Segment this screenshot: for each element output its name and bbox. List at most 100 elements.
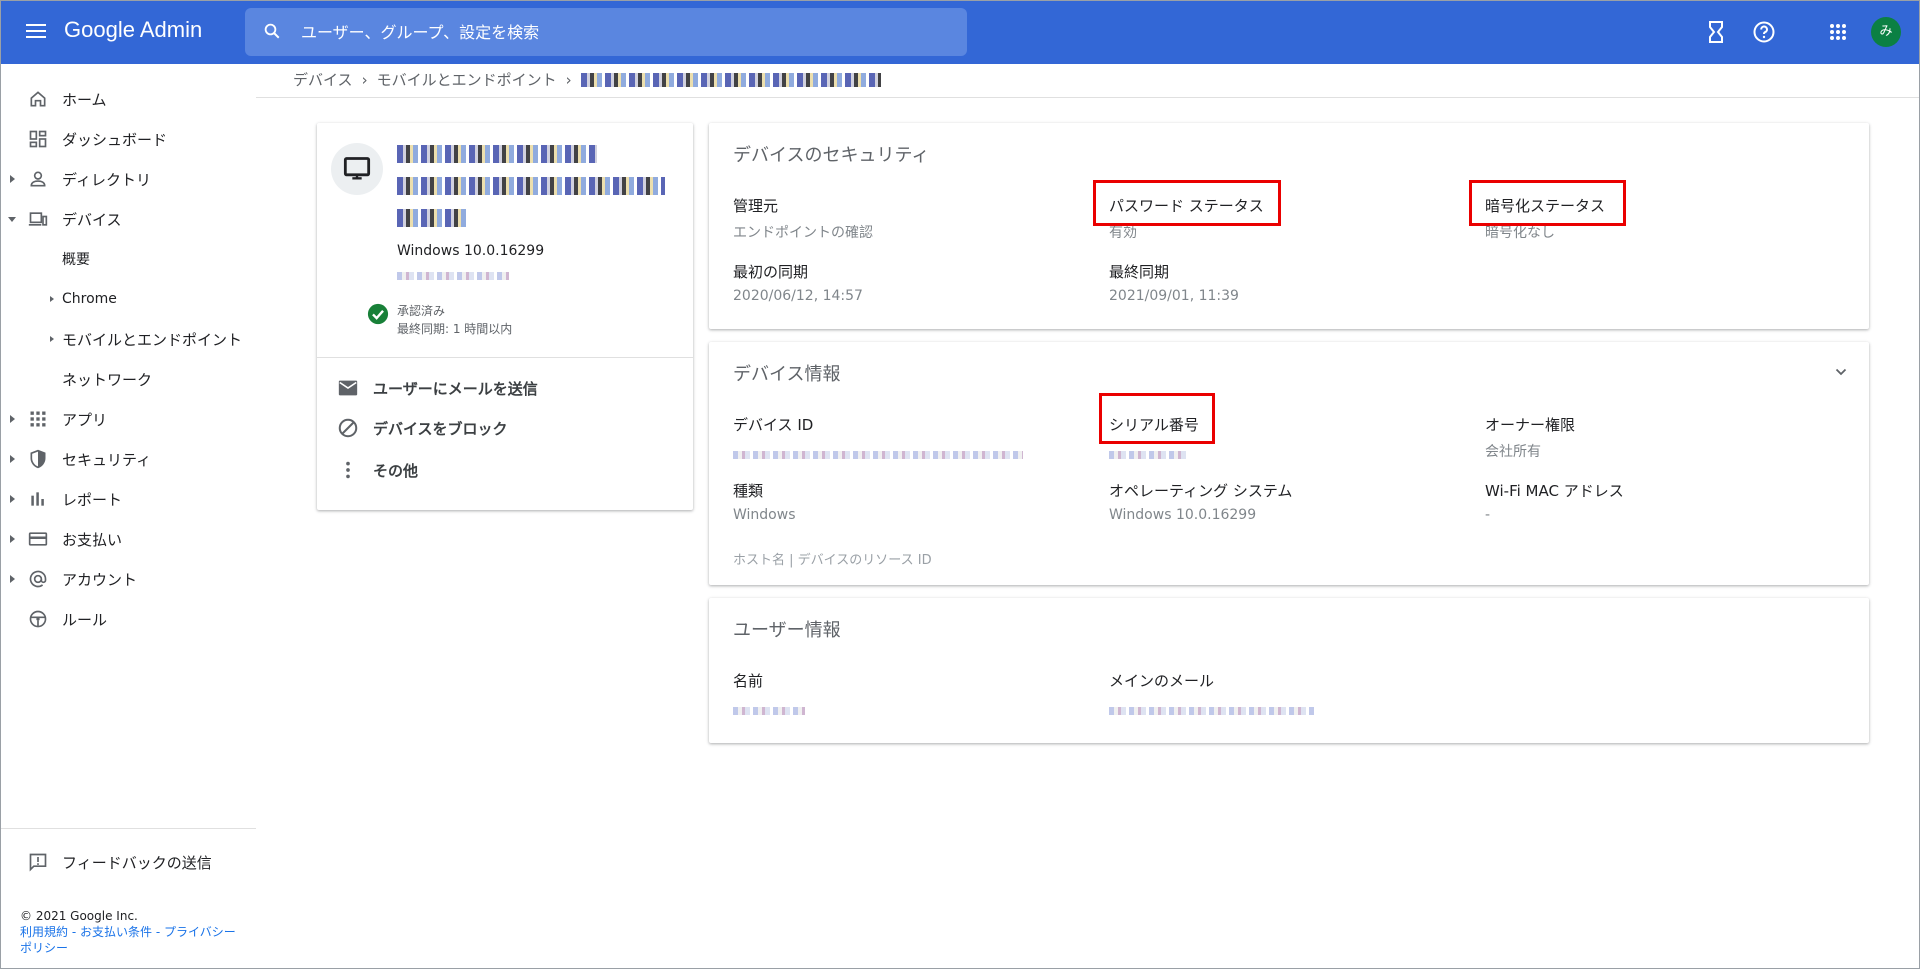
search-bar[interactable]: [245, 8, 967, 56]
send-email-button[interactable]: ユーザーにメールを送信: [337, 373, 677, 403]
feedback-icon: [29, 853, 47, 872]
expand-arrow-icon[interactable]: [10, 535, 15, 543]
first-sync-value: 2020/06/12, 14:57: [733, 288, 863, 304]
sidebar-item-label: お支払い: [62, 530, 123, 549]
device-id-value-redacted: [733, 444, 1023, 463]
breadcrumb-separator: ›: [361, 70, 368, 89]
search-input[interactable]: [301, 8, 941, 56]
highlight-box-serial: [1099, 393, 1215, 444]
expand-arrow-icon[interactable]: [10, 575, 15, 583]
steering-wheel-icon: [29, 610, 47, 628]
sidebar-item-home[interactable]: ホーム: [0, 79, 256, 119]
user-info-card: ユーザー情報 名前 メインのメール: [709, 598, 1869, 743]
sidebar-item-mobile-endpoints[interactable]: モバイルとエンドポイント: [0, 319, 256, 359]
send-email-label: ユーザーにメールを送信: [373, 379, 538, 398]
sidebar-item-label: ネットワーク: [62, 370, 153, 389]
highlight-box-password: [1093, 180, 1281, 226]
collapse-arrow-icon[interactable]: [8, 216, 16, 222]
expand-arrow-icon[interactable]: [50, 296, 54, 302]
sidebar-item-label: アカウント: [62, 570, 138, 589]
apps-grid-icon: [30, 411, 46, 427]
hostname-resource-id-link[interactable]: ホスト名 | デバイスのリソース ID: [733, 549, 932, 568]
help-icon[interactable]: [1752, 20, 1776, 44]
breadcrumb: デバイス › モバイルとエンドポイント ›: [293, 69, 881, 90]
main-menu-icon[interactable]: [24, 20, 48, 44]
wifi-mac-label: Wi-Fi MAC アドレス: [1485, 482, 1624, 500]
last-sync-value: 2021/09/01, 11:39: [1109, 288, 1239, 304]
breadcrumb-mobile-endpoints[interactable]: モバイルとエンドポイント: [377, 69, 557, 90]
sidebar-item-reports[interactable]: レポート: [0, 479, 256, 519]
sidebar-item-label: ディレクトリ: [62, 170, 151, 189]
device-os: Windows 10.0.16299: [397, 243, 545, 259]
expand-arrow-icon[interactable]: [10, 175, 15, 183]
send-feedback-button[interactable]: フィードバックの送信: [0, 842, 256, 882]
status-text: 承認済み: [397, 304, 446, 318]
sidebar-item-security[interactable]: セキュリティ: [0, 439, 256, 479]
sidebar-item-chrome[interactable]: Chrome: [0, 279, 256, 319]
device-summary-card: Windows 10.0.16299 承認済み 最終同期: 1 時間以内 ユーザ…: [317, 123, 693, 510]
device-name-redacted: [397, 145, 677, 241]
sidebar-item-label: 概要: [62, 252, 90, 268]
primary-email-value-redacted: [1109, 700, 1314, 719]
chevron-down-icon[interactable]: [1835, 366, 1847, 378]
credit-card-icon: [28, 532, 48, 546]
serial-number-value-redacted: [1109, 444, 1189, 463]
sidebar-item-account[interactable]: アカウント: [0, 559, 256, 599]
mail-icon: [338, 380, 358, 396]
expand-arrow-icon[interactable]: [10, 415, 15, 423]
block-device-button[interactable]: デバイスをブロック: [337, 413, 677, 443]
sidebar-item-label: デバイス: [62, 210, 122, 229]
block-device-label: デバイスをブロック: [373, 419, 508, 438]
more-actions-button[interactable]: その他: [337, 455, 677, 485]
apps-launcher-icon[interactable]: [1826, 20, 1850, 44]
sidebar: ホーム ダッシュボード ディレクトリ デバイス 概要 Chrome モバイルとエ…: [0, 64, 256, 969]
sidebar-item-devices[interactable]: デバイス: [0, 199, 256, 239]
billing-terms-link[interactable]: お支払い条件: [80, 925, 152, 939]
sidebar-item-directory[interactable]: ディレクトリ: [0, 159, 256, 199]
sidebar-item-dashboard[interactable]: ダッシュボード: [0, 119, 256, 159]
app-title[interactable]: Google Admin: [64, 17, 202, 43]
copyright-text: © 2021 Google Inc.: [20, 909, 138, 923]
top-app-bar: Google Admin み: [0, 0, 1920, 64]
sidebar-item-billing[interactable]: お支払い: [0, 519, 256, 559]
more-vert-icon: [346, 461, 350, 479]
person-icon: [30, 171, 46, 187]
primary-email-label: メインのメール: [1109, 672, 1215, 690]
block-icon: [338, 418, 358, 438]
sidebar-item-rules[interactable]: ルール: [0, 599, 256, 639]
device-security-card: デバイスのセキュリティ 管理元 エンドポイントの確認 パスワード ステータス 有…: [709, 123, 1869, 329]
device-avatar: [331, 143, 383, 195]
managed-by-label: 管理元: [733, 197, 779, 215]
check-circle-icon: [367, 303, 389, 325]
breadcrumb-devices[interactable]: デバイス: [293, 69, 353, 90]
expand-arrow-icon[interactable]: [50, 336, 54, 342]
ownership-value: 会社所有: [1485, 444, 1541, 460]
sidebar-item-label: Chrome: [62, 291, 117, 307]
sidebar-item-label: ダッシュボード: [62, 130, 168, 149]
sidebar-item-label: レポート: [62, 490, 123, 509]
sidebar-item-label: セキュリティ: [62, 450, 152, 469]
expand-arrow-icon[interactable]: [10, 455, 15, 463]
sidebar-item-apps[interactable]: アプリ: [0, 399, 256, 439]
ownership-label: オーナー権限: [1485, 416, 1576, 434]
breadcrumb-device-name-redacted: [580, 72, 881, 87]
type-value: Windows: [733, 507, 796, 523]
bar-chart-icon: [31, 492, 44, 506]
shield-icon: [30, 449, 46, 469]
os-value: Windows 10.0.16299: [1109, 507, 1257, 523]
last-sync-label: 最終同期: [1109, 263, 1170, 281]
content-divider: [256, 97, 1920, 98]
device-info-card-title: デバイス情報: [733, 364, 841, 385]
sidebar-item-network[interactable]: ネットワーク: [0, 359, 256, 399]
sidebar-item-overview[interactable]: 概要: [0, 239, 256, 279]
terms-link[interactable]: 利用規約: [20, 925, 68, 939]
devices-icon: [28, 212, 48, 226]
hourglass-icon[interactable]: [1704, 20, 1728, 44]
expand-arrow-icon[interactable]: [10, 495, 15, 503]
footer-links: 利用規約 - お支払い条件 - プライバシー ポリシー: [20, 924, 245, 956]
account-avatar[interactable]: み: [1871, 17, 1901, 47]
sidebar-item-label: モバイルとエンドポイント: [62, 330, 243, 349]
name-label: 名前: [733, 672, 764, 690]
card-divider: [317, 357, 693, 358]
approval-status: 承認済み 最終同期: 1 時間以内: [397, 302, 512, 338]
